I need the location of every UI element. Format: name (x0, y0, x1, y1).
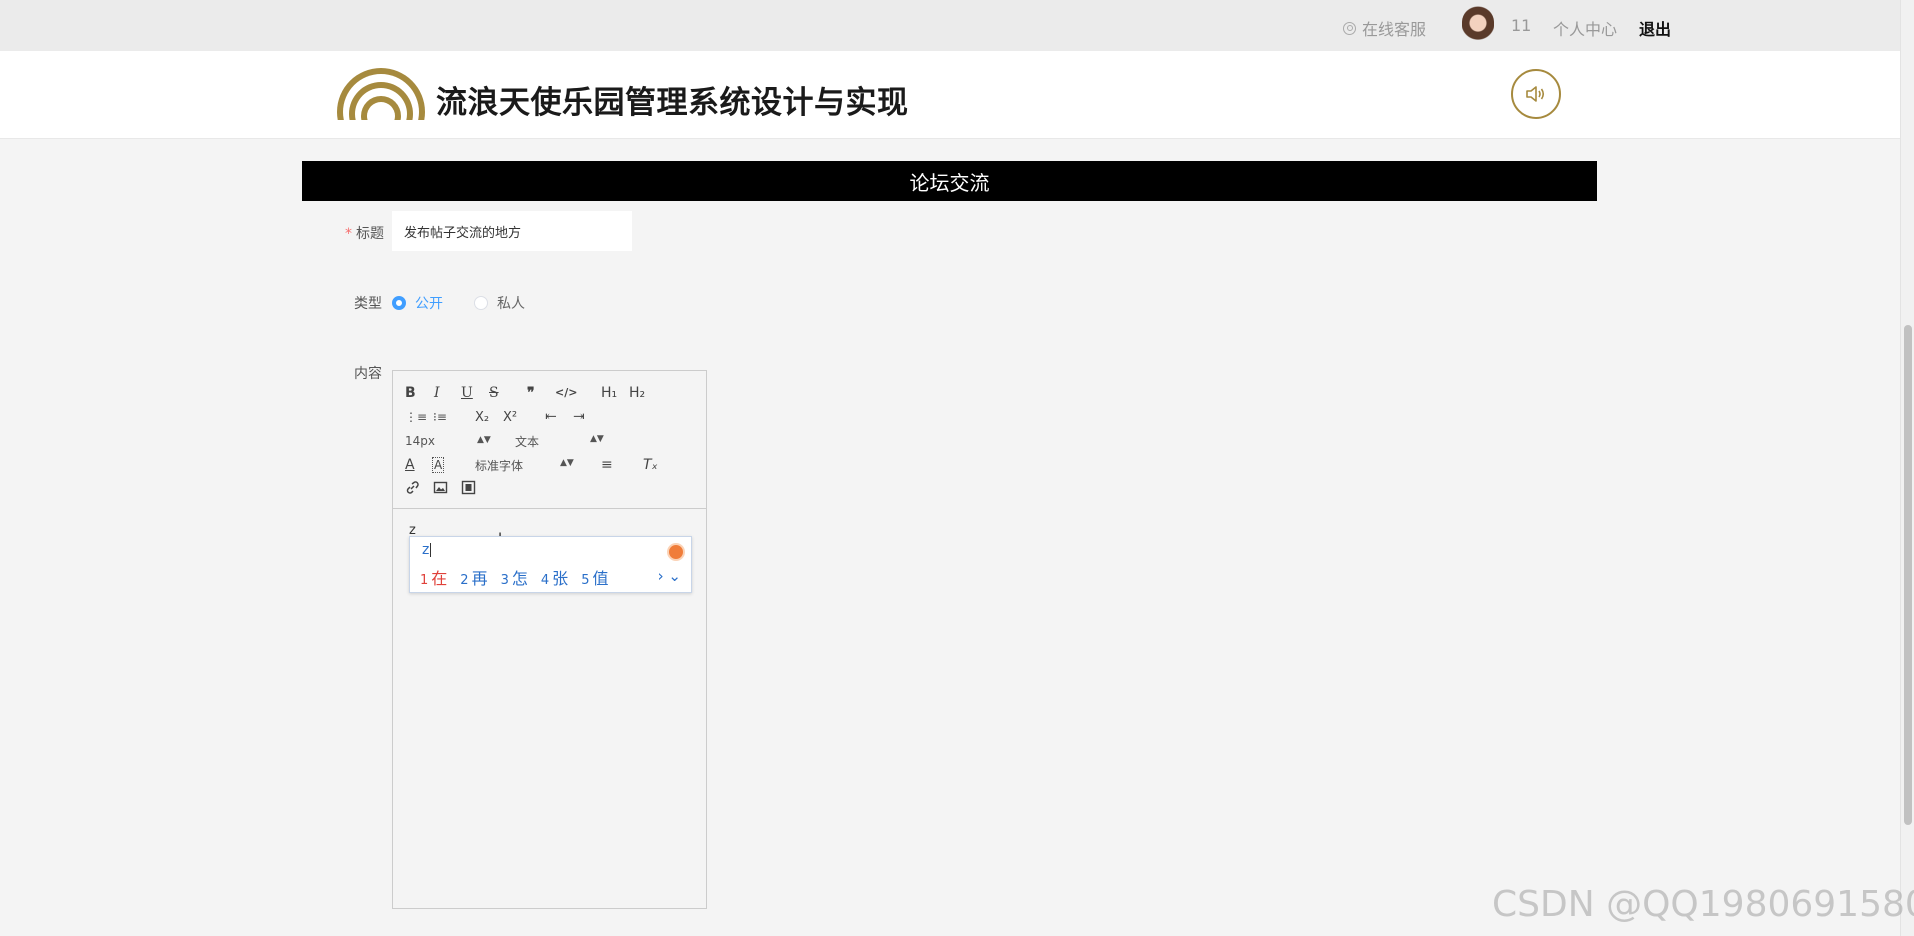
code-block-button[interactable]: </> (555, 386, 577, 399)
font-family-select[interactable]: 标准字体 ▲▼ (475, 457, 574, 474)
ordered-list-button[interactable]: ⋮≡ (405, 410, 427, 424)
link-icon (406, 481, 419, 494)
logout-link[interactable]: 退出 (1639, 16, 1671, 40)
bold-button[interactable]: B (405, 385, 416, 401)
content-label: 内容 (354, 366, 382, 382)
sound-toggle-button[interactable] (1511, 69, 1561, 119)
section-title: 论坛交流 (909, 170, 990, 195)
clean-format-button[interactable]: Tₓ (643, 457, 658, 473)
text-color-button[interactable]: A (405, 457, 415, 473)
username: 11 (1511, 16, 1532, 35)
align-button[interactable]: ≡ (601, 457, 613, 473)
type-option-private: 私人 (497, 296, 525, 312)
image-button[interactable] (433, 480, 448, 499)
speaker-icon (1526, 86, 1545, 102)
bullet-list-button[interactable]: ⁝≡ (433, 410, 447, 424)
outdent-button[interactable]: ⇤ (545, 409, 557, 425)
background-color-button[interactable]: A (431, 457, 445, 473)
online-service-link[interactable]: 在线客服 (1343, 16, 1426, 40)
ime-composition: z (422, 542, 430, 558)
h2-button[interactable]: H₂ (629, 385, 645, 401)
type-radio-private[interactable]: 私人 (474, 293, 525, 313)
select-arrows-icon: ▲▼ (590, 433, 604, 444)
ime-candidate[interactable]: 4张 (541, 565, 568, 589)
select-arrows-icon: ▲▼ (560, 457, 574, 468)
ime-candidate[interactable]: 3怎 (501, 565, 528, 589)
link-button[interactable] (405, 480, 420, 498)
type-radio-public[interactable]: 公开 (392, 293, 443, 313)
rich-text-editor: B I U S ❞ </> H₁ H₂ ⋮≡ ⁝≡ X₂ X² ⇤ ⇥ 14px… (392, 370, 707, 909)
strike-button[interactable]: S (489, 385, 499, 401)
header-select[interactable]: 文本 ▲▼ (515, 433, 604, 450)
type-option-public: 公开 (415, 296, 443, 312)
ime-candidate-list: 1在 2再 3怎 4张 5值 (420, 565, 608, 589)
title-label: * 标题 (345, 226, 384, 242)
h1-button[interactable]: H₁ (601, 385, 617, 401)
logo-icon (336, 68, 426, 120)
ime-logo-icon[interactable] (667, 543, 685, 561)
section-title-bar: 论坛交流 (302, 161, 1597, 201)
editor-toolbar: B I U S ❞ </> H₁ H₂ ⋮≡ ⁝≡ X₂ X² ⇤ ⇥ 14px… (393, 371, 706, 509)
scrollbar-thumb[interactable] (1904, 325, 1912, 825)
indent-button[interactable]: ⇥ (573, 409, 585, 425)
online-service-label: 在线客服 (1362, 20, 1427, 39)
superscript-button[interactable]: X² (503, 410, 517, 425)
italic-button[interactable]: I (434, 385, 440, 401)
ime-candidate-popup: z 1在 2再 3怎 4张 5值 › ⌄ (409, 536, 692, 593)
ime-candidate[interactable]: 5值 (581, 565, 608, 589)
image-icon (433, 481, 448, 493)
ime-next-page-button[interactable]: › ⌄ (658, 567, 681, 585)
subscript-button[interactable]: X₂ (475, 410, 489, 425)
ime-candidate[interactable]: 2再 (460, 565, 487, 589)
radio-unchecked-icon (474, 296, 488, 310)
top-bar: 在线客服 11 个人中心 退出 (0, 0, 1900, 51)
underline-button[interactable]: U (461, 385, 473, 401)
required-asterisk: * (345, 226, 352, 242)
video-button[interactable] (461, 480, 476, 499)
site-title: 流浪天使乐园管理系统设计与实现 (436, 85, 909, 121)
page-scrollbar[interactable] (1900, 0, 1914, 936)
title-input[interactable] (392, 211, 632, 251)
font-size-select[interactable]: 14px ▲▼ (405, 434, 491, 448)
radio-checked-icon (392, 296, 406, 310)
type-label: 类型 (354, 296, 382, 312)
watermark: CSDN @QQ1980691580 (1492, 884, 1914, 925)
headset-icon (1343, 21, 1356, 35)
select-arrows-icon: ▲▼ (477, 435, 491, 445)
avatar[interactable] (1462, 6, 1494, 44)
video-icon (461, 480, 476, 494)
ime-candidate[interactable]: 1在 (420, 565, 447, 589)
site-header: 流浪天使乐园管理系统设计与实现 (0, 51, 1900, 139)
blockquote-button[interactable]: ❞ (527, 385, 535, 401)
user-center-link[interactable]: 个人中心 (1553, 16, 1617, 40)
